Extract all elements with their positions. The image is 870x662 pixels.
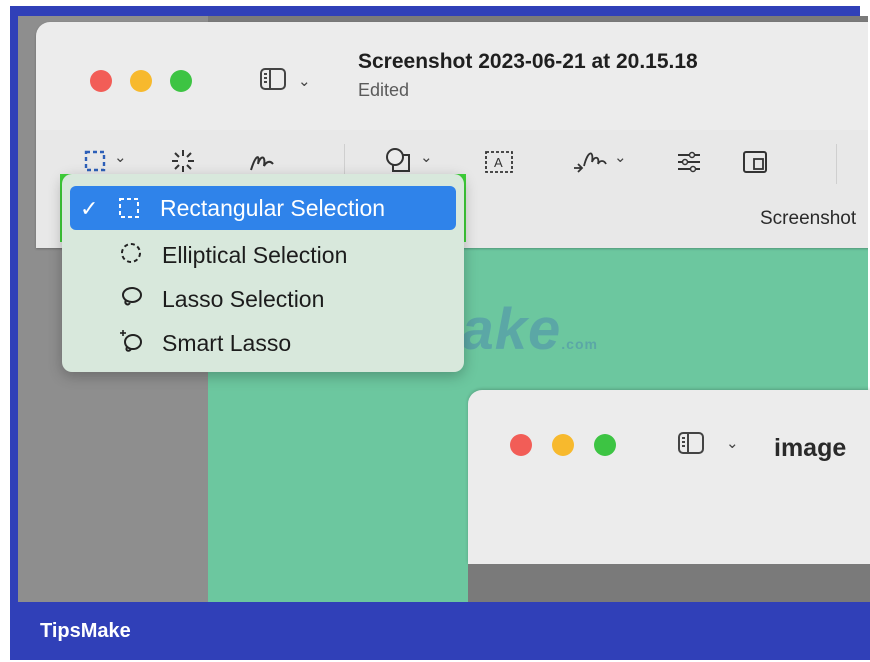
chevron-down-icon[interactable]: ⌄ xyxy=(614,148,627,166)
window-title: image xyxy=(774,434,847,462)
border-left xyxy=(10,6,18,602)
background-gray xyxy=(468,564,870,602)
menu-item-label: Elliptical Selection xyxy=(162,242,348,268)
adjust-color-icon[interactable] xyxy=(676,150,702,174)
window-subtitle: Edited xyxy=(358,80,410,100)
window-titlebar: ⌄ Screenshot 2023-06-21 at 20.15.18 Edit… xyxy=(36,22,868,130)
close-button[interactable] xyxy=(510,434,532,456)
chevron-down-icon[interactable]: ⌄ xyxy=(420,148,433,166)
menu-item-smart-lasso[interactable]: Smart Lasso xyxy=(62,322,464,362)
instant-alpha-icon[interactable] xyxy=(170,148,196,174)
chevron-down-icon[interactable]: ⌄ xyxy=(114,148,127,166)
brand-footer: TipsMake xyxy=(10,602,870,660)
chevron-down-icon[interactable]: ⌄ xyxy=(726,434,739,452)
border-top xyxy=(10,6,860,16)
signature-icon[interactable] xyxy=(570,146,610,174)
resize-icon[interactable] xyxy=(742,150,768,174)
text-box-icon[interactable]: A xyxy=(484,150,514,174)
menu-item-rectangular[interactable]: Rectangular Selection xyxy=(70,186,456,230)
sketch-icon[interactable] xyxy=(248,150,276,174)
brand-name: TipsMake xyxy=(40,620,131,642)
lasso-icon xyxy=(122,287,142,306)
ellipse-selection-icon xyxy=(121,243,141,263)
menu-item-elliptical[interactable]: Elliptical Selection xyxy=(62,234,464,274)
toolbar-label: Screenshot xyxy=(760,208,857,229)
close-button[interactable] xyxy=(90,70,112,92)
minimize-button[interactable] xyxy=(552,434,574,456)
rectangle-selection-icon xyxy=(119,198,139,218)
sidebar-toggle-icon[interactable] xyxy=(260,68,286,90)
watermark-suffix: .com xyxy=(561,336,598,352)
selection-tool-icon[interactable] xyxy=(84,150,106,172)
menu-item-lasso[interactable]: Lasso Selection xyxy=(62,278,464,318)
chevron-down-icon[interactable]: ⌄ xyxy=(298,72,311,90)
shapes-icon[interactable] xyxy=(384,146,412,174)
smart-lasso-icon xyxy=(120,330,142,352)
zoom-button[interactable] xyxy=(170,70,192,92)
window-title: Screenshot 2023-06-21 at 20.15.18 xyxy=(358,50,698,73)
minimize-button[interactable] xyxy=(130,70,152,92)
menu-item-label: Rectangular Selection xyxy=(160,195,386,221)
page-frame: ⌄ Screenshot 2023-06-21 at 20.15.18 Edit… xyxy=(0,0,870,662)
menu-item-label: Smart Lasso xyxy=(162,330,292,356)
toolbar-divider xyxy=(836,144,837,184)
menu-item-label: Lasso Selection xyxy=(162,286,325,312)
second-window: ⌄ image xyxy=(468,390,870,564)
zoom-button[interactable] xyxy=(594,434,616,456)
svg-text:A: A xyxy=(494,155,503,170)
sidebar-toggle-icon[interactable] xyxy=(678,432,704,454)
checkmark-icon: ✓ xyxy=(80,196,99,221)
